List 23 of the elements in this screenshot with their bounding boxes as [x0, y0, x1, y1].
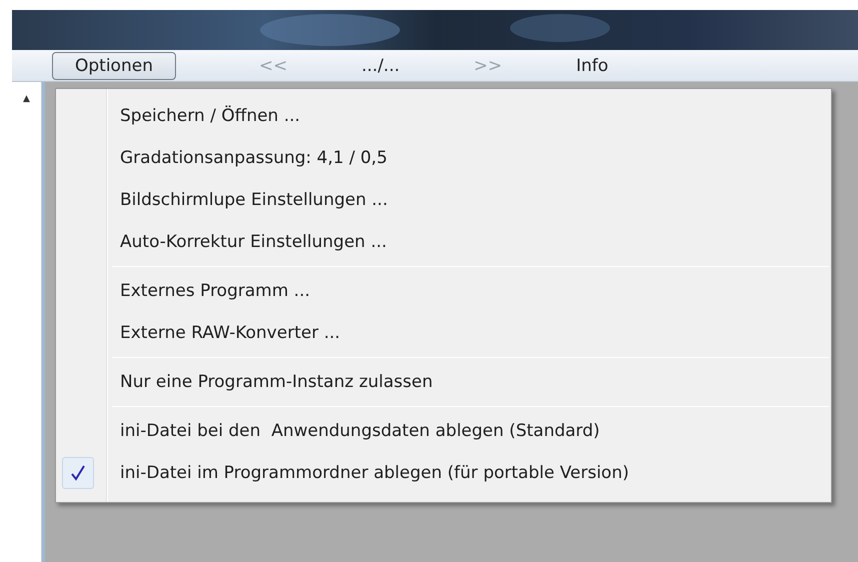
menu-option[interactable]: Bildschirmlupe Einstellungen ... — [58, 179, 829, 221]
option-label: Bildschirmlupe Einstellungen ... — [120, 190, 388, 210]
option-label: ini-Datei im Programmordner ablegen (für portable Version) — [120, 463, 629, 483]
menu-option[interactable]: Externe RAW-Konverter ... — [58, 312, 829, 354]
menu-item[interactable]: Optionen — [52, 52, 176, 80]
menu-option[interactable]: Speichern / Öffnen ... — [58, 95, 829, 137]
menu-item[interactable]: .../... — [338, 52, 423, 80]
menu-option[interactable]: Gradationsanpassung: 4,1 / 0,5 — [58, 137, 829, 179]
option-label: Externe RAW-Konverter ... — [120, 323, 340, 343]
option-label: Externes Programm ... — [120, 281, 310, 301]
option-label: Auto-Korrektur Einstellungen ... — [120, 232, 387, 252]
menu-option[interactable]: ini-Datei bei den Anwendungsdaten ablegen (Standard) — [58, 410, 829, 452]
menu-item[interactable]: Info — [553, 52, 632, 80]
scroll-up-arrow[interactable]: ▲ — [23, 94, 30, 104]
option-label: Speichern / Öffnen ... — [120, 106, 300, 126]
option-label: Gradationsanpassung: 4,1 / 0,5 — [120, 148, 388, 168]
checkmark-icon — [71, 465, 85, 481]
menu-option[interactable]: ini-Datei im Programmordner ablegen (für portable Version) — [58, 452, 829, 494]
menu-option[interactable]: Externes Programm ... — [58, 270, 829, 312]
option-label: Nur eine Programm-Instanz zulassen — [120, 372, 433, 392]
option-label: ini-Datei bei den Anwendungsdaten ablegen (Standard) — [120, 421, 600, 441]
menu-option[interactable]: Nur eine Programm-Instanz zulassen — [58, 361, 829, 403]
menu-option[interactable]: Auto-Korrektur Einstellungen ... — [58, 221, 829, 263]
